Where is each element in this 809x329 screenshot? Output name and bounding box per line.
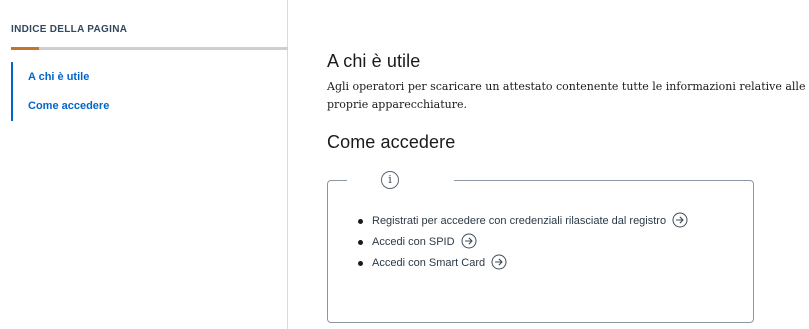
arrow-right-circle-icon — [672, 212, 688, 228]
info-icon: i — [381, 171, 399, 189]
section-text-a-chi-e-utile: Agli operatori per scaricare un attestat… — [327, 80, 806, 111]
callout-header: i — [347, 171, 454, 191]
page-index-nav: A chi è utile Come accedere — [11, 62, 109, 121]
list-item: Accedi con Smart Card — [357, 254, 688, 273]
page-index-sidebar: INDICE DELLA PAGINA A chi è utile Come a… — [0, 0, 288, 329]
nav-item-a-chi-e-utile[interactable]: A chi è utile — [28, 71, 109, 84]
main-content: A chi è utile Agli operatori per scarica… — [327, 0, 809, 329]
bullet-icon — [358, 240, 363, 245]
nav-item-come-accedere[interactable]: Come accedere — [28, 100, 109, 113]
reading-progress-fill — [11, 47, 39, 50]
bullet-icon — [358, 219, 363, 224]
arrow-right-circle-icon — [461, 233, 477, 249]
list-item: Registrati per accedere con credenziali … — [357, 212, 688, 231]
list-item: Accedi con SPID — [357, 233, 688, 252]
bullet-icon — [358, 261, 363, 266]
arrow-right-circle-icon — [491, 254, 507, 270]
access-callout: i Registrati per accedere con credenzial… — [327, 171, 754, 323]
section-title-come-accedere: Come accedere — [327, 132, 456, 152]
spid-login-link-label: Accedi con SPID — [372, 236, 455, 248]
nav-list-spacer — [28, 113, 109, 121]
page: INDICE DELLA PAGINA A chi è utile Come a… — [0, 0, 809, 329]
reading-progress-bar — [11, 47, 288, 50]
register-link-label: Registrati per accedere con credenziali … — [372, 215, 667, 227]
page-index-title: INDICE DELLA PAGINA — [11, 24, 128, 35]
register-link[interactable]: Registrati per accedere con credenziali … — [372, 212, 688, 228]
spid-login-link[interactable]: Accedi con SPID — [372, 233, 477, 249]
access-options-list: Registrati per accedere con credenziali … — [357, 212, 688, 275]
section-title-a-chi-e-utile: A chi è utile — [327, 51, 421, 71]
smart-card-login-link-label: Accedi con Smart Card — [372, 257, 486, 269]
smart-card-login-link[interactable]: Accedi con Smart Card — [372, 254, 507, 270]
